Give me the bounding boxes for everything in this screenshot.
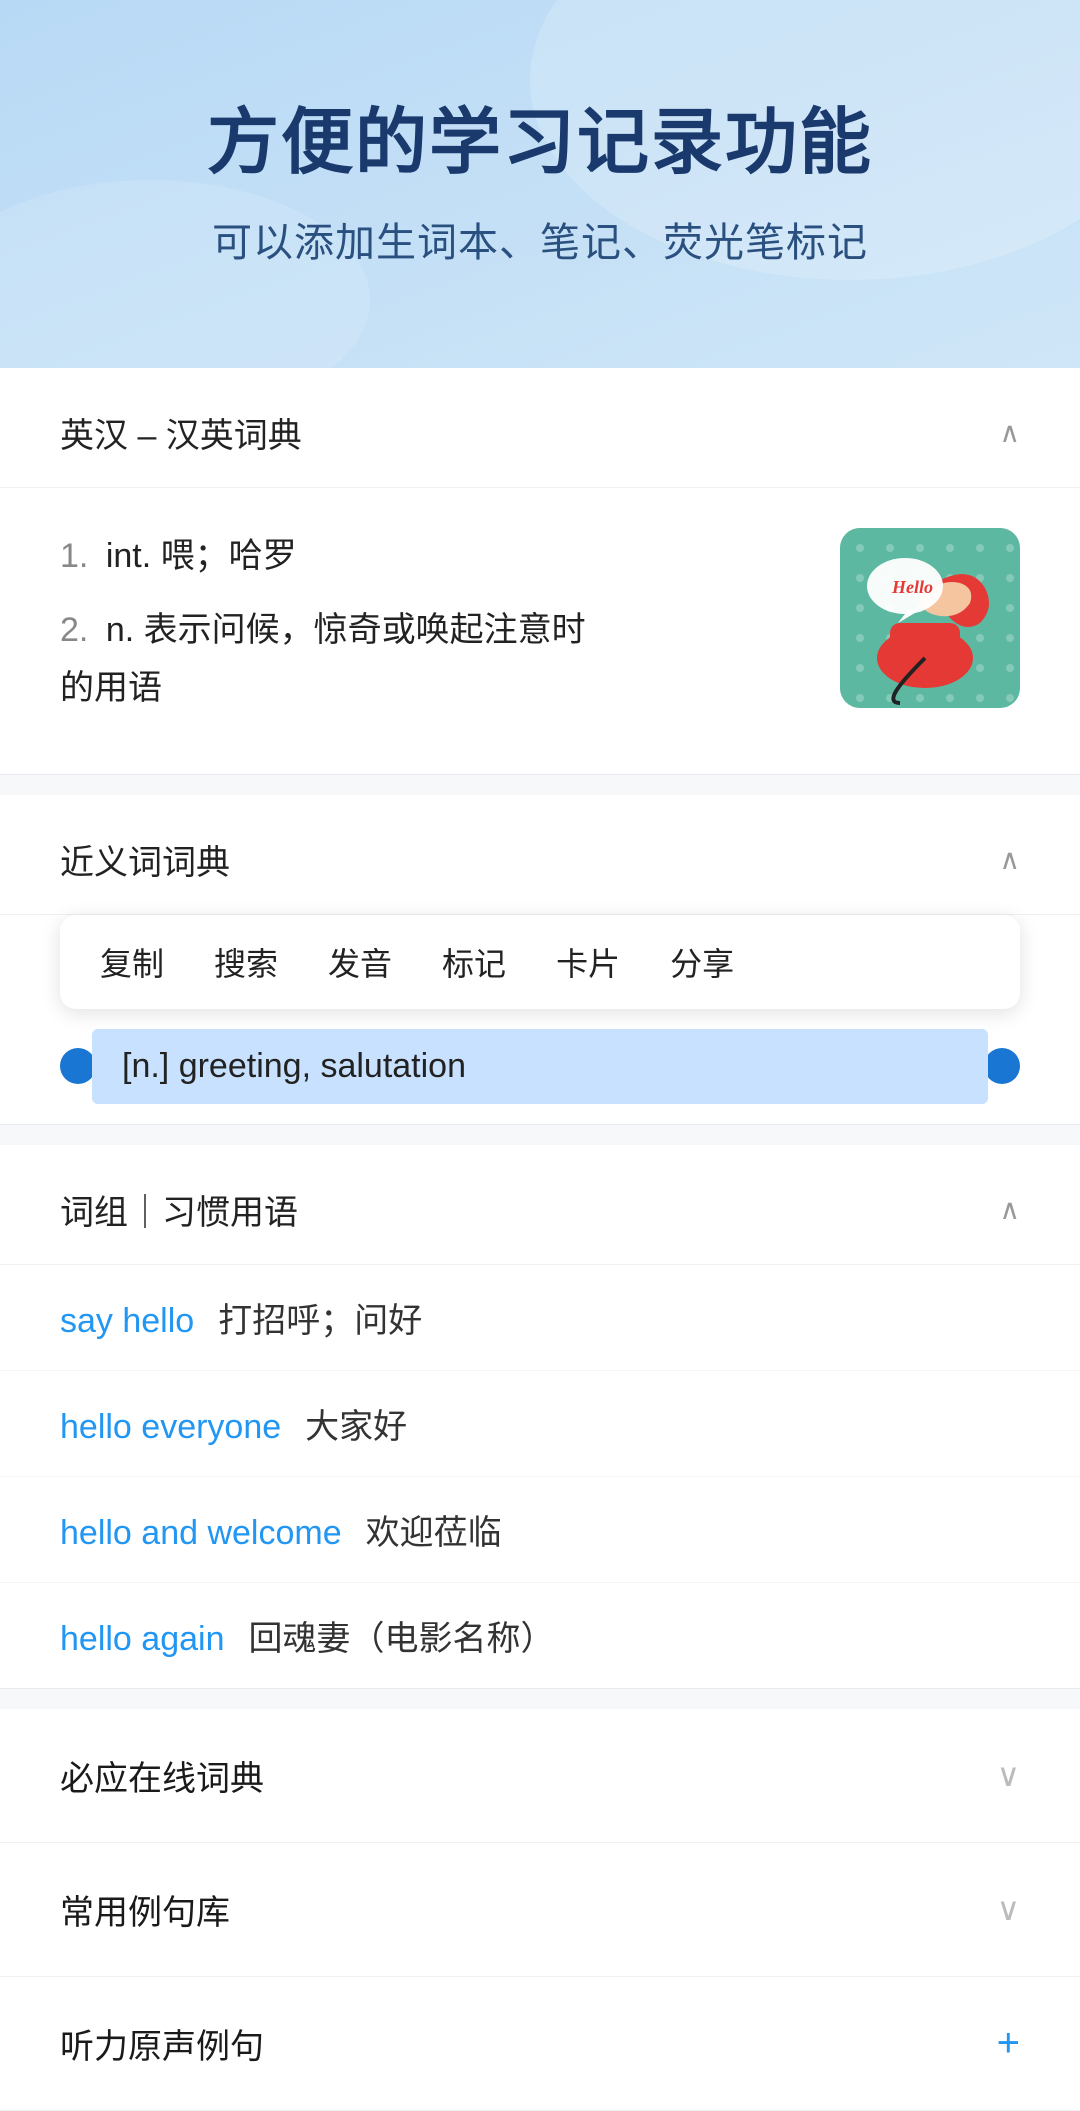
selection-area: [n.] greeting, salutation — [92, 1029, 988, 1104]
phrase-en-4: hello again — [60, 1620, 224, 1659]
def-num-2: 2. — [60, 611, 88, 649]
hello-image: Hello — [840, 528, 1020, 708]
list-item[interactable]: hello again 回魂妻（电影名称） — [0, 1583, 1080, 1688]
synonym-section-header[interactable]: 近义词词典 ∧ — [0, 795, 1080, 915]
phrase-cn-3: 欢迎莅临 — [366, 1505, 502, 1554]
list-item[interactable]: say hello 打招呼；问好 — [0, 1265, 1080, 1371]
context-card[interactable]: 卡片 — [556, 939, 620, 985]
phrases-chevron: ∧ — [1000, 1193, 1021, 1226]
english-dict-title: 英汉 – 汉英词典 — [60, 408, 302, 457]
synonym-highlighted-text: [n.] greeting, salutation — [122, 1047, 466, 1085]
selection-handle-right — [984, 1048, 1020, 1084]
header: 方便的学习记录功能 可以添加生词本、笔记、荧光笔标记 — [0, 0, 1080, 328]
phrases-section: 词组｜习惯用语 ∧ say hello 打招呼；问好 hello everyon… — [0, 1145, 1080, 1689]
biyingdict-header[interactable]: 必应在线词典 ∨ — [0, 1709, 1080, 1842]
examples-section: 常用例句库 ∨ — [0, 1843, 1080, 1977]
context-copy[interactable]: 复制 — [100, 939, 164, 985]
phrase-cn-4: 回魂妻（电影名称） — [248, 1611, 554, 1660]
synonym-section: 近义词词典 ∧ 复制 搜索 发音 标记 卡片 分享 [n.] greeting,… — [0, 795, 1080, 1125]
english-dict-chevron: ∧ — [1000, 416, 1021, 449]
header-title: 方便的学习记录功能 — [60, 100, 1020, 186]
dict-def-2: 2. n. 表示问候，惊奇或唤起注意时的用语 — [60, 602, 810, 718]
def-type-2: n. 表示问候，惊奇或唤起注意时的用语 — [60, 611, 586, 707]
header-subtitle: 可以添加生词本、笔记、荧光笔标记 — [60, 210, 1020, 268]
examples-title: 常用例句库 — [60, 1885, 230, 1934]
dict-def-1: 1. int. 喂；哈罗 — [60, 528, 810, 586]
selection-row: [n.] greeting, salutation — [0, 1029, 1080, 1124]
phrase-en-2: hello everyone — [60, 1408, 281, 1447]
audio-title: 听力原声例句 — [60, 2019, 264, 2068]
synonym-section-title: 近义词词典 — [60, 835, 230, 884]
list-item[interactable]: hello and welcome 欢迎莅临 — [0, 1477, 1080, 1583]
selection-handle-left — [60, 1048, 96, 1084]
def-num-1: 1. — [60, 537, 88, 575]
context-pronounce[interactable]: 发音 — [328, 939, 392, 985]
dict-content: 1. int. 喂；哈罗 2. n. 表示问候，惊奇或唤起注意时的用语 — [0, 488, 1080, 773]
dict-definitions: 1. int. 喂；哈罗 2. n. 表示问候，惊奇或唤起注意时的用语 — [60, 528, 810, 733]
svg-text:Hello: Hello — [891, 577, 933, 597]
audio-header[interactable]: 听力原声例句 + — [0, 1977, 1080, 2110]
synonym-chevron: ∧ — [1000, 843, 1021, 876]
phrases-title: 词组｜习惯用语 — [60, 1185, 298, 1234]
list-item[interactable]: hello everyone 大家好 — [0, 1371, 1080, 1477]
def-type-1: int. 喂；哈罗 — [106, 537, 297, 575]
phrases-header[interactable]: 词组｜习惯用语 ∧ — [0, 1145, 1080, 1265]
context-share[interactable]: 分享 — [670, 939, 734, 985]
english-dict-header[interactable]: 英汉 – 汉英词典 ∧ — [0, 368, 1080, 488]
audio-plus-icon[interactable]: + — [997, 2021, 1020, 2066]
phrase-en-3: hello and welcome — [60, 1514, 342, 1553]
biyingdict-chevron: ∨ — [997, 1756, 1020, 1794]
english-dict-section: 英汉 – 汉英词典 ∧ 1. int. 喂；哈罗 2. n. 表示问候，惊奇或唤… — [0, 368, 1080, 774]
context-mark[interactable]: 标记 — [442, 939, 506, 985]
phrase-en-1: say hello — [60, 1302, 194, 1341]
context-search[interactable]: 搜索 — [214, 939, 278, 985]
biyingdict-title: 必应在线词典 — [60, 1751, 264, 1800]
phrase-cn-2: 大家好 — [305, 1399, 407, 1448]
examples-header[interactable]: 常用例句库 ∨ — [0, 1843, 1080, 1976]
phrase-cn-1: 打招呼；问好 — [218, 1293, 422, 1342]
biyingdict-section: 必应在线词典 ∨ — [0, 1709, 1080, 1843]
audio-section: 听力原声例句 + — [0, 1977, 1080, 2111]
context-menu: 复制 搜索 发音 标记 卡片 分享 — [60, 915, 1020, 1009]
main-card: 英汉 – 汉英词典 ∧ 1. int. 喂；哈罗 2. n. 表示问候，惊奇或唤… — [0, 368, 1080, 2110]
examples-chevron: ∨ — [997, 1890, 1020, 1928]
